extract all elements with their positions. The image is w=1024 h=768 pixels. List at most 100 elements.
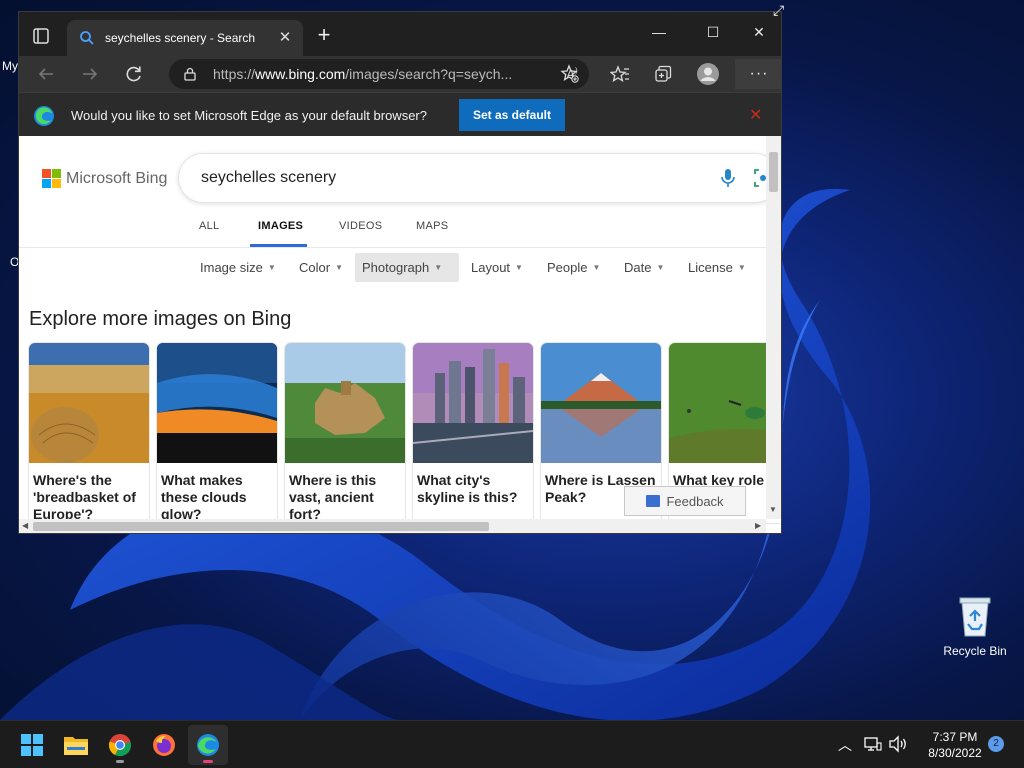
filter-color[interactable]: Color ▼ xyxy=(292,253,350,282)
show-hidden-icons-icon[interactable]: ︿ xyxy=(838,735,852,755)
resize-cursor-icon: ⤢ xyxy=(773,2,785,18)
bing-logo-text: Microsoft Bing xyxy=(66,169,168,187)
url-text: https://www.bing.com/images/search?q=sey… xyxy=(213,66,513,82)
tab-images[interactable]: IMAGES xyxy=(258,220,303,232)
collections-icon[interactable] xyxy=(650,61,676,87)
forward-icon[interactable] xyxy=(77,61,103,87)
search-input[interactable]: seychelles scenery xyxy=(201,169,336,187)
back-icon[interactable] xyxy=(33,61,59,87)
running-indicator xyxy=(116,760,124,763)
explore-card[interactable]: What makes these clouds glow? xyxy=(157,343,277,523)
desktop-icon-label-fragment: My xyxy=(2,59,18,73)
clock-date: 8/30/2022 xyxy=(928,746,982,760)
browser-toolbar: https://www.bing.com/images/search?q=sey… xyxy=(19,56,781,92)
clock[interactable]: 7:37 PM 8/30/2022 xyxy=(912,729,998,761)
vertical-scrollbar[interactable]: ▼ xyxy=(766,136,781,519)
infobar-close-icon[interactable]: ✕ xyxy=(749,105,762,125)
lock-icon[interactable] xyxy=(183,67,197,81)
feedback-icon xyxy=(646,495,661,507)
filter-people[interactable]: People ▼ xyxy=(540,253,607,282)
profile-icon[interactable] xyxy=(695,61,721,87)
add-favorite-icon[interactable] xyxy=(557,61,583,87)
image-filters: Image size ▼ Color ▼ Photograph ▼ Layout ▼ P… xyxy=(19,249,766,285)
card-image xyxy=(29,343,149,463)
edge-icon[interactable] xyxy=(188,725,228,765)
chevron-down-icon: ▼ xyxy=(737,263,746,272)
horizontal-scrollbar[interactable]: ◀ ▶ xyxy=(19,519,766,533)
scroll-right-arrow-icon[interactable]: ▶ xyxy=(755,521,761,530)
volume-icon[interactable] xyxy=(888,735,908,758)
edge-window: seychelles scenery - Search ✕ + — ☐ ✕ ht… xyxy=(18,11,782,534)
tab-maps[interactable]: MAPS xyxy=(416,220,448,232)
title-bar: seychelles scenery - Search ✕ + — ☐ ✕ xyxy=(19,12,781,56)
feedback-label: Feedback xyxy=(666,493,724,509)
scroll-down-arrow-icon[interactable]: ▼ xyxy=(769,505,777,514)
start-icon[interactable] xyxy=(12,725,52,765)
search-verticals-nav: ALL IMAGES VIDEOS MAPS xyxy=(19,212,766,248)
edge-logo-icon xyxy=(33,105,55,127)
search-icon xyxy=(79,30,95,46)
refresh-icon[interactable] xyxy=(121,61,147,87)
recycle-bin[interactable]: Recycle Bin xyxy=(940,594,1010,658)
default-browser-infobar: Would you like to set Microsoft Edge as … xyxy=(19,92,781,138)
file-explorer-icon[interactable] xyxy=(56,725,96,765)
tab-videos[interactable]: VIDEOS xyxy=(339,220,382,232)
card-caption: What city's skyline is this? xyxy=(417,472,518,505)
chevron-down-icon: ▼ xyxy=(515,263,523,272)
tab-all[interactable]: ALL xyxy=(199,220,219,232)
explore-card[interactable]: What city's skyline is this? xyxy=(413,343,533,523)
browser-tab[interactable]: seychelles scenery - Search ✕ xyxy=(67,20,303,56)
address-bar[interactable]: https://www.bing.com/images/search?q=sey… xyxy=(169,59,589,89)
horizontal-scroll-thumb[interactable] xyxy=(33,522,489,531)
close-window-button[interactable]: ✕ xyxy=(739,20,779,44)
chrome-icon[interactable] xyxy=(100,725,140,765)
filter-license[interactable]: License ▼ xyxy=(681,253,753,282)
new-tab-button[interactable]: + xyxy=(313,24,335,47)
maximize-button[interactable]: ☐ xyxy=(693,20,733,44)
microsoft-logo-icon xyxy=(42,169,61,188)
notification-badge[interactable]: 2 xyxy=(988,736,1004,752)
scroll-left-arrow-icon[interactable]: ◀ xyxy=(22,521,28,530)
tab-title: seychelles scenery - Search xyxy=(105,31,256,45)
filter-date[interactable]: Date ▼ xyxy=(617,253,671,282)
filter-image-size[interactable]: Image size ▼ xyxy=(193,253,283,282)
more-icon[interactable]: ··· xyxy=(735,59,781,89)
running-indicator xyxy=(203,760,213,763)
filter-photograph[interactable]: Photograph ▼ xyxy=(355,253,459,282)
card-caption: Where's the 'breadbasket of Europe'? xyxy=(33,472,136,522)
bing-logo[interactable]: Microsoft Bing xyxy=(42,169,167,188)
card-caption: Where is this vast, ancient fort? xyxy=(289,472,377,522)
card-image xyxy=(541,343,661,463)
vertical-scroll-thumb[interactable] xyxy=(769,152,778,192)
minimize-button[interactable]: — xyxy=(639,20,679,44)
favorites-icon[interactable] xyxy=(607,61,633,87)
chevron-down-icon: ▼ xyxy=(592,263,601,272)
explore-card[interactable]: Where is this vast, ancient fort? xyxy=(285,343,405,523)
feedback-button[interactable]: Feedback xyxy=(624,486,746,516)
card-image xyxy=(413,343,533,463)
explore-heading: Explore more images on Bing xyxy=(29,308,292,330)
recycle-bin-label: Recycle Bin xyxy=(943,644,1007,658)
search-box[interactable]: seychelles scenery xyxy=(179,154,779,202)
chevron-down-icon: ▼ xyxy=(335,263,343,272)
recycle-bin-icon xyxy=(957,594,993,638)
infobar-message: Would you like to set Microsoft Edge as … xyxy=(71,108,427,123)
active-tab-underline xyxy=(250,244,307,247)
tab-actions-icon[interactable] xyxy=(29,24,53,48)
card-image xyxy=(285,343,405,463)
chevron-down-icon: ▼ xyxy=(434,263,443,272)
clock-time: 7:37 PM xyxy=(932,730,978,744)
set-as-default-button[interactable]: Set as default xyxy=(459,99,565,131)
taskbar: ︿ 7:37 PM 8/30/2022 xyxy=(0,720,1024,768)
close-tab-icon[interactable]: ✕ xyxy=(277,30,293,46)
bing-page: Microsoft Bing seychelles scenery ALL IM… xyxy=(19,136,781,533)
chevron-down-icon: ▼ xyxy=(267,263,276,272)
explore-card[interactable]: Where's the 'breadbasket of Europe'? xyxy=(29,343,149,523)
card-image xyxy=(669,343,781,463)
microphone-icon[interactable] xyxy=(719,167,737,189)
network-icon[interactable] xyxy=(864,735,882,758)
card-caption: What makes these clouds glow? xyxy=(161,472,247,522)
firefox-icon[interactable] xyxy=(144,725,184,765)
filter-layout[interactable]: Layout ▼ xyxy=(464,253,530,282)
chevron-down-icon: ▼ xyxy=(656,263,665,272)
